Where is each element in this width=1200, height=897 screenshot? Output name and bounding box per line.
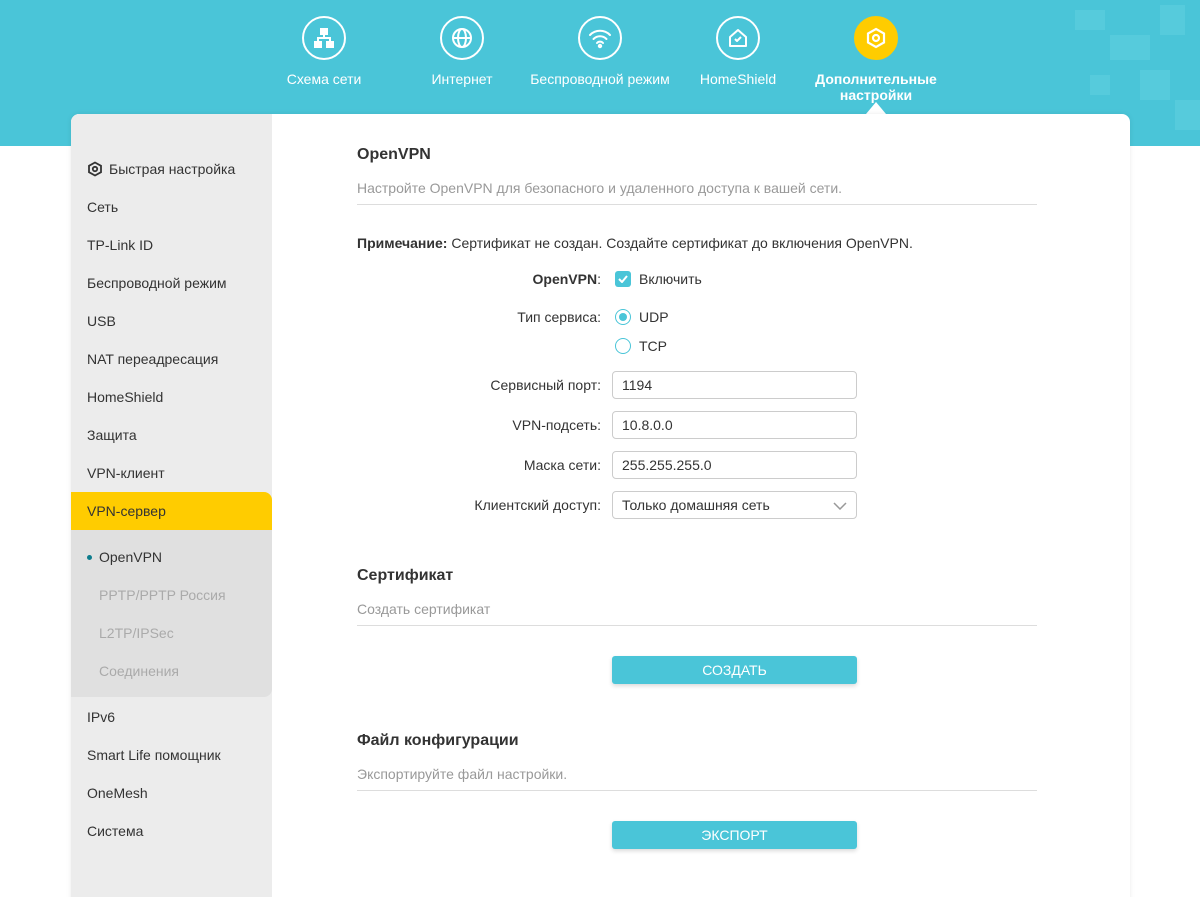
sidebar-item-label: Сеть (87, 199, 119, 215)
sidebar-subitem-l2tp[interactable]: L2TP/IPSec (71, 614, 272, 652)
tcp-label: TCP (639, 338, 667, 354)
service-type-label: Тип сервиса: (517, 309, 601, 325)
certificate-title: Сертификат (357, 567, 454, 584)
service-type-udp-radio[interactable]: UDP (615, 309, 669, 325)
sidebar-subitem-pptp[interactable]: PPTP/PPTP Россия (71, 576, 272, 614)
sidebar-item-security[interactable]: Защита (71, 416, 272, 454)
vpn-subnet-label: VPN-подсеть: (512, 417, 601, 433)
nav-homeshield[interactable]: HomeShield (668, 16, 808, 87)
nav-label: Дополнительные настройки (815, 71, 937, 103)
export-config-button[interactable]: ЭКСПОРТ (612, 821, 857, 849)
sidebar-item-vpn-server[interactable]: VPN-сервер (71, 492, 272, 530)
nav-label: Интернет (431, 71, 493, 87)
sidebar-item-label: USB (87, 313, 116, 329)
sidebar-item-label: IPv6 (87, 709, 116, 725)
sidebar-item-label: VPN-клиент (87, 465, 165, 481)
sidebar-item-label: VPN-сервер (87, 503, 166, 519)
top-navigation: Схема сети Интернет Беспроводной режим H… (0, 16, 1200, 116)
udp-label: UDP (639, 309, 669, 325)
sidebar-item-ipv6[interactable]: IPv6 (71, 698, 272, 736)
enable-label: Включить (639, 271, 702, 287)
sidebar: Быстрая настройка Сеть TP-Link ID Беспро… (71, 114, 272, 897)
sidebar-item-nat[interactable]: NAT переадресация (71, 340, 272, 378)
gear-icon (854, 16, 898, 60)
nav-label: Схема сети (286, 71, 362, 87)
sidebar-subitem-connections[interactable]: Соединения (71, 652, 272, 690)
sidebar-item-label: HomeShield (87, 389, 164, 405)
sidebar-item-usb[interactable]: USB (71, 302, 272, 340)
label-colon: : (597, 271, 601, 287)
section-divider (357, 625, 1037, 626)
active-nav-pointer (866, 102, 886, 114)
section-divider (357, 790, 1037, 791)
sidebar-item-label: Smart Life помощник (87, 747, 221, 763)
network-map-icon (302, 16, 346, 60)
sidebar-item-wireless[interactable]: Беспроводной режим (71, 264, 272, 302)
sidebar-item-system[interactable]: Система (71, 812, 272, 850)
client-access-value: Только домашняя сеть (622, 497, 770, 513)
note-text: Сертификат не создан. Создайте сертифика… (447, 235, 913, 251)
openvpn-enable-checkbox[interactable]: Включить (615, 271, 702, 287)
sidebar-item-label: NAT переадресация (87, 351, 219, 367)
openvpn-title: OpenVPN (357, 146, 431, 163)
checkmark-icon (615, 271, 631, 287)
home-shield-icon (716, 16, 760, 60)
openvpn-enable-label: OpenVPN: (357, 271, 601, 287)
certificate-note: Примечание: Сертификат не создан. Создай… (357, 235, 913, 251)
content-card: Быстрая настройка Сеть TP-Link ID Беспро… (71, 114, 1130, 897)
sidebar-subitem-label: L2TP/IPSec (99, 625, 174, 641)
sidebar-subitem-label: OpenVPN (99, 549, 163, 565)
netmask-input[interactable] (612, 451, 857, 479)
nav-internet[interactable]: Интернет (392, 16, 532, 87)
sidebar-subitem-openvpn[interactable]: OpenVPN (71, 538, 272, 576)
chevron-down-icon (833, 497, 847, 513)
create-certificate-button[interactable]: СОЗДАТЬ (612, 656, 857, 684)
sidebar-item-tplink-id[interactable]: TP-Link ID (71, 226, 272, 264)
globe-icon (440, 16, 484, 60)
sidebar-item-onemesh[interactable]: OneMesh (71, 774, 272, 812)
section-divider (357, 204, 1037, 205)
sidebar-item-quick-setup[interactable]: Быстрая настройка (71, 150, 272, 188)
active-dot-icon (87, 554, 92, 560)
sidebar-item-vpn-client[interactable]: VPN-клиент (71, 454, 272, 492)
vpn-subnet-input[interactable] (612, 411, 857, 439)
netmask-label: Маска сети: (523, 457, 601, 473)
client-access-label: Клиентский доступ: (474, 497, 601, 513)
config-description: Экспортируйте файл настройки. (357, 766, 568, 782)
nav-network-map[interactable]: Схема сети (254, 16, 394, 87)
service-port-label: Сервисный порт: (490, 377, 601, 393)
client-access-select[interactable]: Только домашняя сеть (612, 491, 857, 519)
sidebar-subitem-label: Соединения (99, 663, 180, 679)
sidebar-item-network[interactable]: Сеть (71, 188, 272, 226)
sidebar-item-label: Беспроводной режим (87, 275, 227, 291)
gear-icon (87, 161, 103, 177)
sidebar-item-smart-life[interactable]: Smart Life помощник (71, 736, 272, 774)
main-content: OpenVPN Настройте OpenVPN для безопасног… (357, 114, 1037, 897)
nav-label: Беспроводной режим (530, 71, 670, 87)
service-port-input[interactable] (612, 371, 857, 399)
wifi-icon (578, 16, 622, 60)
sidebar-item-label: TP-Link ID (87, 237, 154, 253)
nav-wireless[interactable]: Беспроводной режим (530, 16, 670, 87)
radio-selected-icon (615, 309, 631, 325)
nav-advanced[interactable]: Дополнительные настройки (806, 16, 946, 103)
sidebar-item-homeshield[interactable]: HomeShield (71, 378, 272, 416)
sidebar-item-label: OneMesh (87, 785, 148, 801)
note-label: Примечание: (357, 235, 448, 251)
service-type-tcp-radio[interactable]: TCP (615, 338, 667, 354)
nav-label: HomeShield (699, 71, 777, 87)
radio-unselected-icon (615, 338, 631, 354)
sidebar-item-label: Система (87, 823, 144, 839)
sidebar-subitem-label: PPTP/PPTP Россия (99, 587, 226, 603)
config-title: Файл конфигурации (357, 732, 519, 749)
sidebar-item-label: Быстрая настройка (109, 161, 236, 177)
openvpn-label: OpenVPN (532, 271, 598, 287)
openvpn-description: Настройте OpenVPN для безопасного и удал… (357, 180, 843, 196)
sidebar-item-label: Защита (87, 427, 137, 443)
certificate-description: Создать сертификат (357, 601, 491, 617)
vpn-server-submenu: OpenVPN PPTP/PPTP Россия L2TP/IPSec Соед… (71, 530, 272, 697)
